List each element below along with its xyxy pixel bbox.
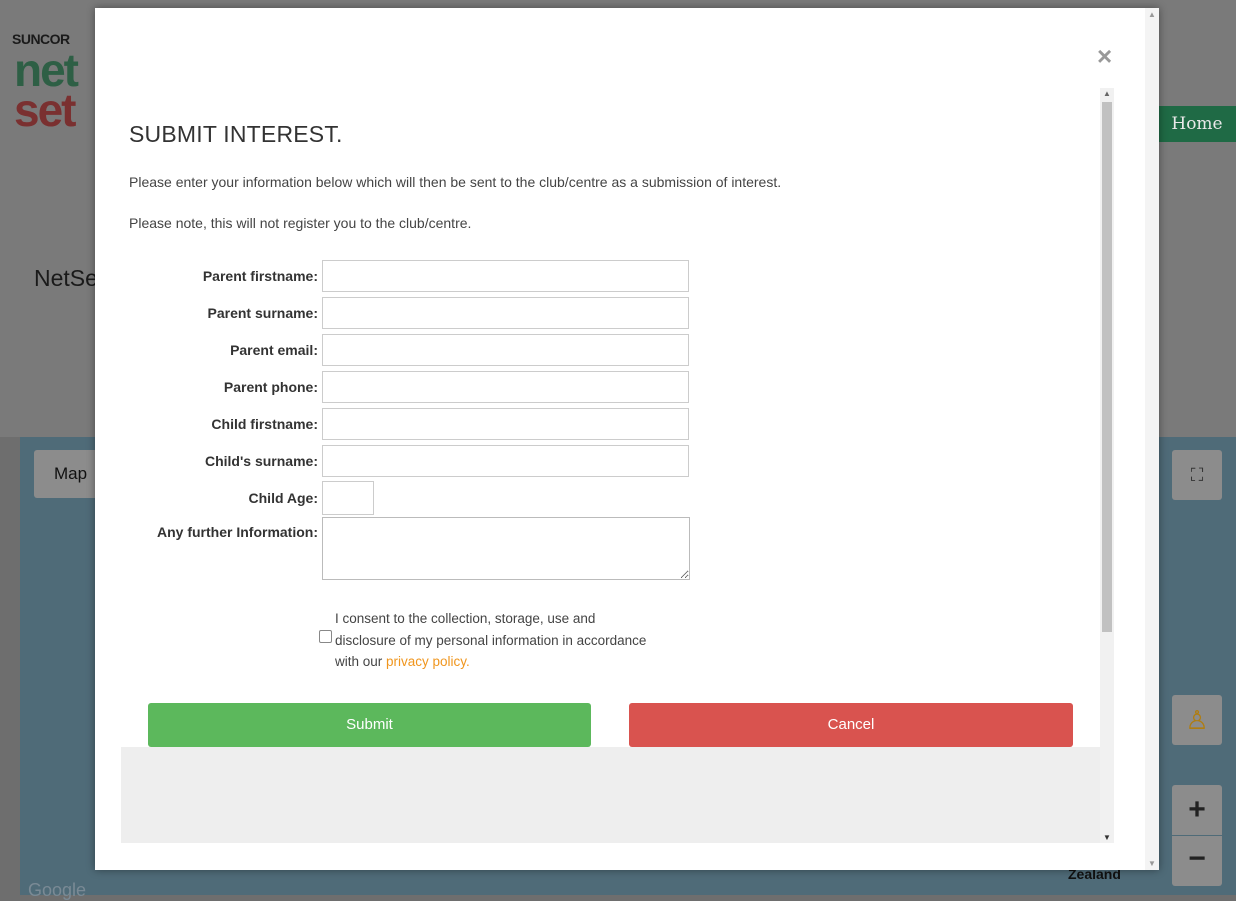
modal-title: SUBMIT INTEREST.: [129, 121, 343, 147]
close-icon[interactable]: ×: [1097, 43, 1117, 69]
parent-email-input[interactable]: [322, 334, 689, 366]
consent-text: I consent to the collection, storage, us…: [335, 608, 655, 673]
map-attribution: Google: [28, 880, 87, 900]
submit-button[interactable]: Submit: [148, 703, 591, 747]
scrollbar-thumb[interactable]: [1102, 102, 1112, 632]
brand-logo-set: set: [14, 84, 77, 136]
further-info-label: Any further Information:: [157, 524, 318, 540]
child-surname-input[interactable]: [322, 445, 689, 477]
scroll-up-icon[interactable]: ▲: [1148, 10, 1156, 19]
consent-label: I consent to the collection, storage, us…: [335, 611, 647, 669]
child-age-input[interactable]: [322, 481, 374, 515]
scroll-down-icon[interactable]: ▼: [1103, 833, 1111, 842]
child-surname-label: Child's surname:: [204, 453, 318, 469]
parent-firstname-input[interactable]: [322, 260, 689, 292]
cancel-button[interactable]: Cancel: [629, 703, 1073, 747]
parent-phone-label: Parent phone:: [223, 379, 318, 395]
child-firstname-label: Child firstname:: [211, 416, 318, 432]
pegman-icon[interactable]: ♙: [1172, 695, 1222, 745]
parent-firstname-label: Parent firstname:: [202, 268, 318, 284]
child-firstname-input[interactable]: [322, 408, 689, 440]
intro-text: Please enter your information below whic…: [129, 174, 782, 190]
consent-checkbox[interactable]: [319, 630, 332, 643]
modal-footer-area: [121, 747, 1100, 843]
scroll-down-icon[interactable]: ▼: [1148, 859, 1156, 868]
page-heading: NetSe: [34, 265, 98, 291]
modal-content: SUBMIT INTEREST. Please enter your infor…: [121, 88, 1115, 843]
scroll-up-icon[interactable]: ▲: [1103, 89, 1111, 98]
zoom-in-button[interactable]: +: [1172, 785, 1222, 835]
child-age-label: Child Age:: [248, 490, 318, 506]
fullscreen-icon[interactable]: ⛶: [1172, 450, 1222, 500]
parent-surname-label: Parent surname:: [207, 305, 318, 321]
zoom-out-button[interactable]: −: [1172, 836, 1222, 886]
parent-surname-input[interactable]: [322, 297, 689, 329]
submit-interest-modal: ▲ ▼ × SUBMIT INTEREST. Please enter your…: [95, 8, 1159, 870]
privacy-policy-link[interactable]: privacy policy.: [386, 654, 470, 669]
further-info-textarea[interactable]: [322, 517, 690, 580]
parent-email-label: Parent email:: [230, 342, 318, 358]
content-scrollbar[interactable]: ▲ ▼: [1100, 88, 1114, 843]
modal-scrollbar[interactable]: ▲ ▼: [1145, 8, 1159, 870]
nav-home-link[interactable]: Home: [1158, 106, 1236, 142]
intro-note: Please note, this will not register you …: [129, 215, 472, 231]
parent-phone-input[interactable]: [322, 371, 689, 403]
